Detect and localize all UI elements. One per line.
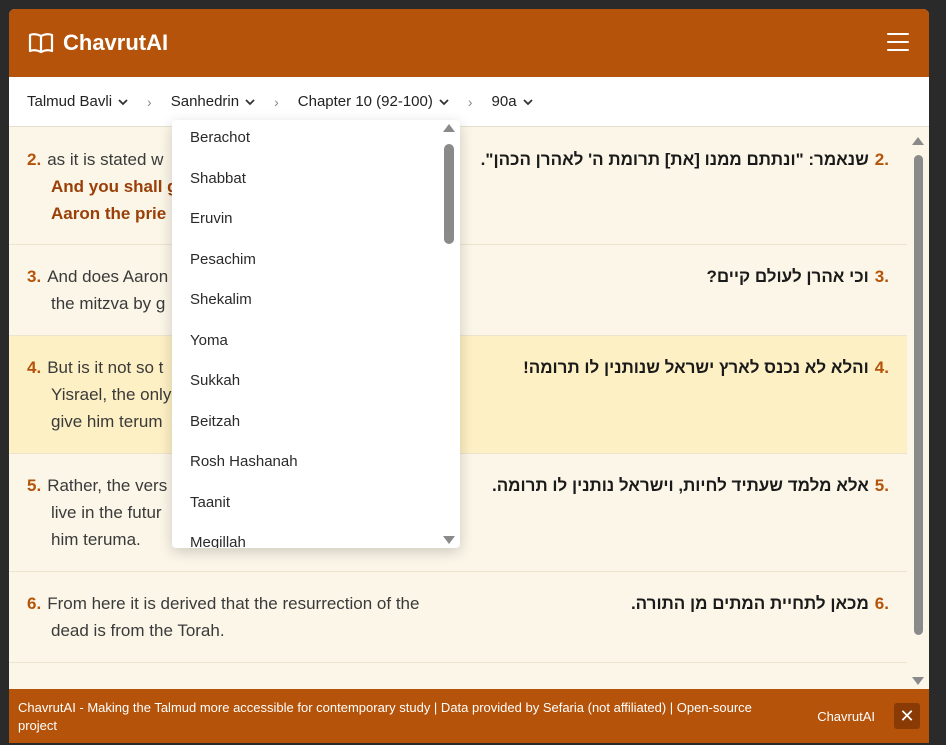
english-line: But is it not so t (47, 358, 164, 377)
breadcrumb: Talmud Bavli › Sanhedrin › Chapter 10 (9… (9, 77, 929, 127)
open-book-icon (28, 33, 54, 54)
scrollbar-thumb[interactable] (914, 155, 923, 635)
footer-text: ChavrutAI - Making the Talmud more acces… (18, 700, 752, 733)
english-line: the mitzva by g (51, 294, 166, 313)
dropdown-item-pesachim[interactable]: Pesachim (172, 242, 460, 283)
english-line: as it is stated w (47, 150, 164, 169)
breadcrumb-tractate-label: Sanhedrin (170, 93, 240, 110)
footer-brand: ChavrutAI (817, 709, 875, 724)
chevron-right-icon: › (147, 93, 152, 110)
hebrew-text: .2 שנאמר: "ונתתם ממנו [את] תרומת ה' לאהרן… (469, 146, 889, 173)
text-row[interactable]: 6. From here it is derived that the resur… (9, 572, 907, 663)
tractate-dropdown: Berachot Shabbat Eruvin Pesachim Shekali… (172, 120, 460, 548)
breadcrumb-page-label: 90a (491, 93, 517, 110)
breadcrumb-chapter-label: Chapter 10 (92-100) (297, 93, 433, 110)
breadcrumb-tractate[interactable]: Sanhedrin (171, 93, 255, 110)
dropdown-item-shekalim[interactable]: Shekalim (172, 282, 460, 323)
english-line: And does Aaron (47, 267, 169, 286)
english-text: 6. From here it is derived that the resur… (27, 590, 457, 644)
row-number: .6 (874, 594, 889, 613)
scroll-up-arrow-icon[interactable] (912, 137, 924, 145)
row-number: 6. (27, 594, 42, 613)
dropdown-item-berachot[interactable]: Berachot (172, 120, 460, 161)
dropdown-item-beitzah[interactable]: Beitzah (172, 404, 460, 445)
breadcrumb-page[interactable]: 90a (492, 93, 533, 110)
english-line: From here it is derived that the resurre… (47, 594, 420, 613)
row-number: .4 (874, 358, 889, 377)
app-window: ChavrutAI Talmud Bavli › Sanhedrin › Cha… (9, 9, 929, 743)
hamburger-icon[interactable] (887, 33, 909, 51)
dropdown-item-taanit[interactable]: Taanit (172, 485, 460, 526)
dropdown-item-rosh-hashanah[interactable]: Rosh Hashanah (172, 444, 460, 485)
chevron-down-icon (245, 98, 255, 105)
hebrew-text: .5 אלא מלמד שעתיד לחיות, וישראל נותנין לו… (469, 472, 889, 499)
row-number: .2 (874, 150, 889, 169)
dropdown-item-shabbat[interactable]: Shabbat (172, 161, 460, 202)
row-number: 5. (27, 476, 42, 495)
english-line: live in the futur (51, 503, 162, 522)
english-line: Yisrael, the only (51, 385, 172, 404)
scroll-down-arrow-icon[interactable] (912, 677, 924, 685)
hebrew-line: והלא לא נכנס לארץ ישראל שנותנין לו תרומה… (523, 358, 869, 377)
english-line: dead is from the Torah. (51, 621, 225, 640)
chevron-down-icon (522, 98, 533, 105)
scroll-up-arrow-icon[interactable] (443, 124, 455, 132)
dropdown-item-eruvin[interactable]: Eruvin (172, 201, 460, 242)
dropdown-item-yoma[interactable]: Yoma (172, 323, 460, 364)
dropdown-scrollbar[interactable] (442, 122, 456, 546)
hebrew-line: מכאן לתחיית המתים מן התורה. (630, 594, 869, 613)
english-bold-line: Aaron the prie (51, 204, 167, 223)
dropdown-item-megillah[interactable]: Megillah (172, 525, 460, 548)
english-line: Rather, the vers (47, 476, 168, 495)
row-number: 2. (27, 150, 42, 169)
hebrew-line: אלא מלמד שעתיד לחיות, וישראל נותנין לו ת… (491, 476, 869, 495)
hebrew-text: .4 והלא לא נכנס לארץ ישראל שנותנין לו תרו… (469, 354, 889, 381)
chevron-right-icon: › (274, 93, 279, 110)
dropdown-item-sukkah[interactable]: Sukkah (172, 363, 460, 404)
app-title: ChavrutAI (63, 30, 169, 55)
breadcrumb-chapter[interactable]: Chapter 10 (92-100) (298, 93, 449, 110)
page-scrollbar[interactable] (911, 131, 925, 689)
row-number: .3 (874, 267, 889, 286)
row-number: 3. (27, 267, 42, 286)
close-icon[interactable]: ✕ (894, 703, 920, 729)
english-bold-line: And you shall g (51, 177, 178, 196)
breadcrumb-corpus[interactable]: Talmud Bavli (27, 93, 128, 110)
row-number: 4. (27, 358, 42, 377)
chevron-down-icon (118, 98, 128, 105)
english-line: him teruma. (51, 530, 141, 549)
hebrew-line: שנאמר: "ונתתם ממנו [את] תרומת ה' לאהרן ה… (480, 150, 869, 169)
dropdown-scrollbar-thumb[interactable] (444, 144, 454, 244)
breadcrumb-corpus-label: Talmud Bavli (27, 93, 113, 110)
chevron-right-icon: › (467, 93, 473, 110)
hebrew-text: .6 מכאן לתחיית המתים מן התורה. (469, 590, 889, 617)
app-header: ChavrutAI (9, 9, 929, 77)
dropdown-list: Berachot Shabbat Eruvin Pesachim Shekali… (172, 120, 460, 548)
english-line: give him terum (51, 412, 163, 431)
hebrew-line: וכי אהרן לעולם קיים? (706, 267, 869, 286)
footer-banner: ChavrutAI - Making the Talmud more acces… (9, 689, 929, 743)
row-number: .5 (874, 476, 889, 495)
hebrew-text: .3 וכי אהרן לעולם קיים? (469, 263, 889, 290)
chevron-down-icon (439, 98, 449, 105)
scroll-down-arrow-icon[interactable] (443, 536, 455, 544)
